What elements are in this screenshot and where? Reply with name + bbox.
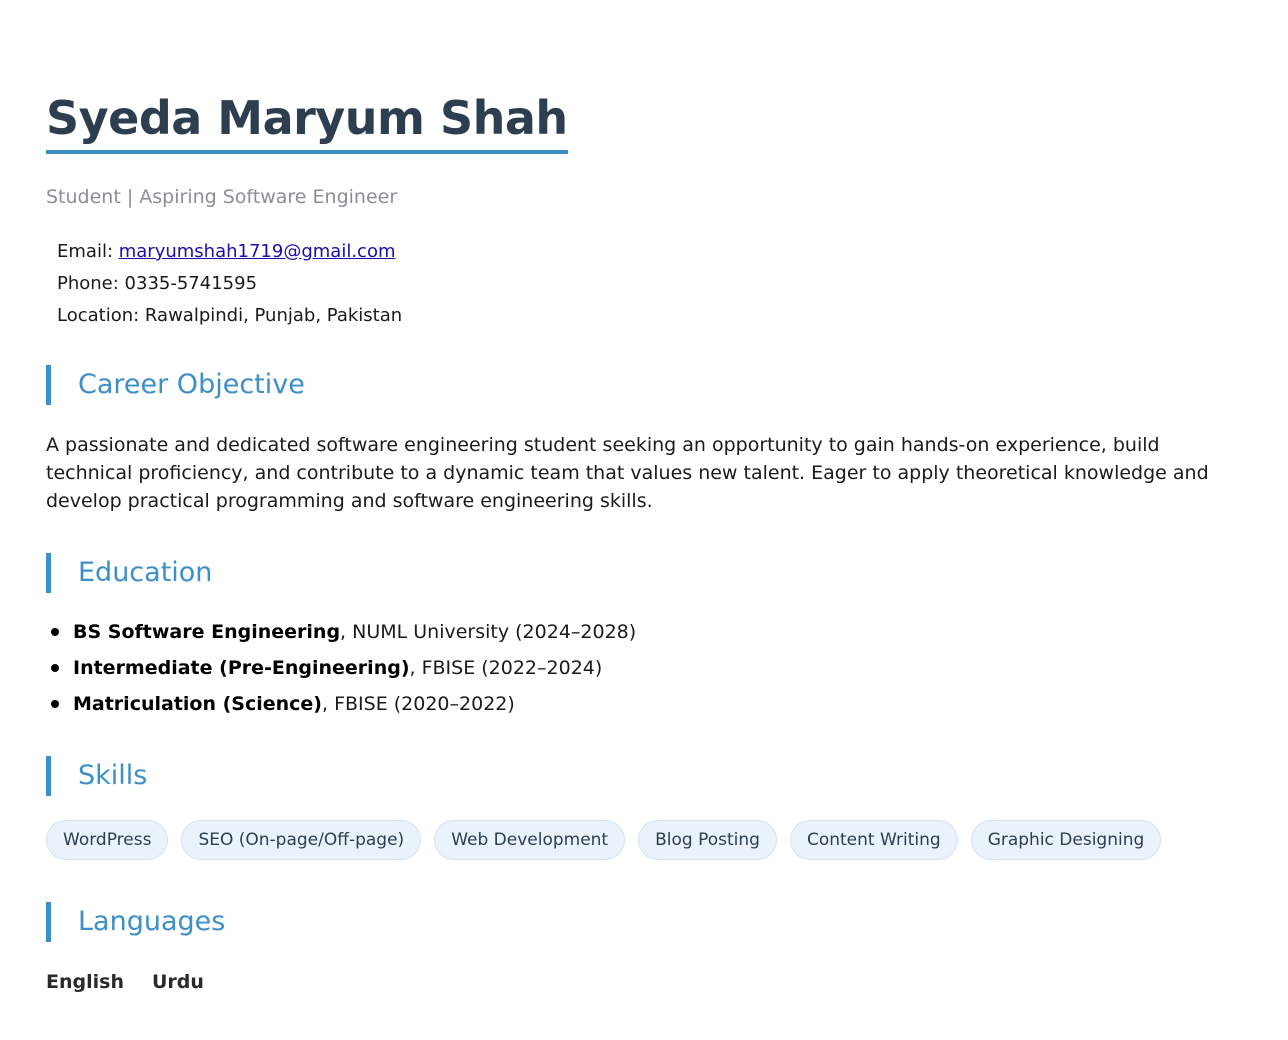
phone-value: 0335-5741595 [124, 273, 258, 294]
skill-tag: WordPress [46, 820, 169, 860]
bullet-icon [51, 664, 59, 672]
location-label: Location: [57, 305, 145, 326]
phone-label: Phone: [57, 273, 125, 294]
career-objective-heading: Career Objective [46, 365, 305, 405]
contact-block: Email: maryumshah1719@gmail.com Phone: 0… [57, 236, 402, 332]
education-detail: , FBISE (2020–2022) [322, 693, 515, 715]
contact-phone-row: Phone: 0335-5741595 [57, 268, 402, 300]
skill-tag: Blog Posting [638, 820, 777, 860]
email-label: Email: [57, 241, 119, 262]
education-degree: BS Software Engineering [73, 621, 341, 643]
skill-tag: Web Development [434, 820, 626, 860]
career-objective-text: A passionate and dedicated software engi… [46, 434, 1209, 512]
skill-tag: Graphic Designing [970, 820, 1162, 860]
resume-page: Syeda Maryum Shah Student | Aspiring Sof… [0, 0, 1288, 1040]
education-item: BS Software Engineering, NUML University… [46, 614, 636, 650]
location-value: Rawalpindi, Punjab, Pakistan [144, 305, 403, 326]
bullet-icon [51, 628, 59, 636]
education-list: BS Software Engineering, NUML University… [46, 614, 636, 722]
education-item: Matriculation (Science), FBISE (2020–202… [46, 686, 636, 722]
skills-heading: Skills [46, 756, 147, 796]
resume-subtitle: Student | Aspiring Software Engineer [46, 186, 398, 208]
education-item: Intermediate (Pre-Engineering), FBISE (2… [46, 650, 636, 686]
language-item: Urdu [151, 971, 204, 993]
skills-list: WordPress SEO (On-page/Off-page) Web Dev… [46, 820, 1162, 860]
education-degree: Matriculation (Science) [73, 693, 322, 715]
skill-tag: Content Writing [789, 820, 958, 860]
language-item: English [46, 971, 124, 993]
skill-tag: SEO (On-page/Off-page) [181, 820, 422, 860]
bullet-icon [51, 700, 59, 708]
education-heading: Education [46, 553, 212, 593]
languages-heading: Languages [46, 902, 225, 942]
education-degree: Intermediate (Pre-Engineering) [73, 657, 410, 679]
education-detail: , NUML University (2024–2028) [340, 621, 637, 643]
email-link[interactable]: maryumshah1719@gmail.com [119, 241, 396, 262]
contact-email-row: Email: maryumshah1719@gmail.com [57, 236, 402, 268]
education-detail: , FBISE (2022–2024) [409, 657, 603, 679]
resume-name: Syeda Maryum Shah [46, 88, 568, 154]
contact-location-row: Location: Rawalpindi, Punjab, Pakistan [57, 300, 402, 332]
languages-list: English Urdu [46, 966, 204, 998]
